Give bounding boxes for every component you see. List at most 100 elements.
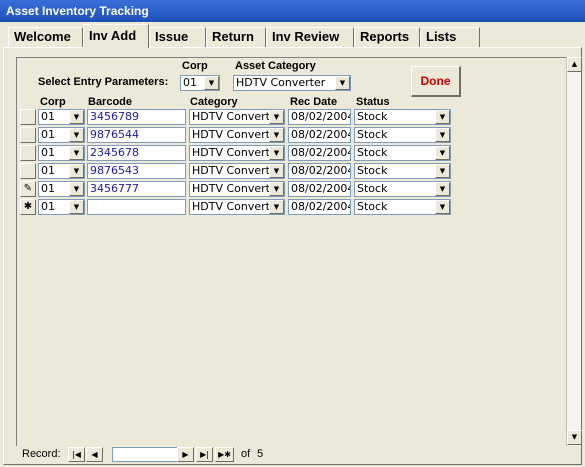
chevron-down-icon[interactable]: ▼: [269, 200, 284, 214]
row-category-select[interactable]: HDTV Converter ▼: [189, 109, 285, 125]
col-header-corp: Corp: [40, 96, 66, 108]
row-rec-date-field[interactable]: 08/02/2004: [288, 199, 351, 215]
row-category-value: HDTV Converter: [192, 182, 282, 195]
tab-return[interactable]: Return: [206, 27, 266, 47]
chevron-down-icon[interactable]: ▼: [435, 182, 450, 196]
row-category-value: HDTV Converter: [192, 200, 282, 213]
row-corp-select[interactable]: 01 ▼: [38, 127, 85, 143]
chevron-down-icon[interactable]: ▼: [335, 76, 350, 90]
row-status-value: Stock: [357, 200, 388, 213]
row-barcode-field[interactable]: 9876544: [87, 127, 186, 143]
param-asset-category-select[interactable]: HDTV Converter ▼: [233, 75, 351, 91]
row-corp-value: 01: [41, 146, 55, 159]
of-label: of: [241, 448, 251, 460]
next-record-icon[interactable]: ▶: [177, 447, 194, 462]
window-title: Asset Inventory Tracking: [6, 4, 149, 18]
row-barcode-field[interactable]: 2345678: [87, 145, 186, 161]
row-status-value: Stock: [357, 182, 388, 195]
row-corp-select[interactable]: 01 ▼: [38, 109, 85, 125]
row-status-value: Stock: [357, 110, 388, 123]
row-category-select[interactable]: HDTV Converter ▼: [189, 127, 285, 143]
row-rec-date-field[interactable]: 08/02/2004: [288, 181, 351, 197]
first-record-icon[interactable]: |◀: [68, 447, 85, 462]
new-record-icon[interactable]: ✱: [20, 199, 36, 215]
chevron-down-icon[interactable]: ▼: [269, 128, 284, 142]
chevron-down-icon[interactable]: ▼: [204, 76, 219, 90]
scroll-down-icon[interactable]: ▼: [567, 430, 582, 445]
col-header-category: Category: [190, 96, 238, 108]
row-corp-select[interactable]: 01 ▼: [38, 199, 85, 215]
chevron-down-icon[interactable]: ▼: [69, 182, 84, 196]
previous-record-icon[interactable]: ◀: [86, 447, 103, 462]
pencil-icon[interactable]: ✎: [20, 181, 36, 197]
row-status-select[interactable]: Stock ▼: [354, 199, 451, 215]
new-record-nav-icon[interactable]: ▶✱: [215, 447, 234, 462]
row-corp-value: 01: [41, 110, 55, 123]
done-button[interactable]: Done: [411, 66, 461, 97]
row-status-select[interactable]: Stock ▼: [354, 145, 451, 161]
record-label: Record:: [22, 448, 61, 460]
row-barcode-field[interactable]: 3456777: [87, 181, 186, 197]
chevron-down-icon[interactable]: ▼: [69, 128, 84, 142]
tab-inv-review[interactable]: Inv Review: [266, 27, 354, 47]
chevron-down-icon[interactable]: ▼: [269, 164, 284, 178]
chevron-down-icon[interactable]: ▼: [435, 200, 450, 214]
param-corp-select[interactable]: 01 ▼: [180, 75, 220, 91]
param-asset-category-value: HDTV Converter: [236, 76, 326, 89]
window-title-bar: Asset Inventory Tracking: [0, 0, 585, 22]
chevron-down-icon[interactable]: ▼: [435, 110, 450, 124]
row-corp-value: 01: [41, 182, 55, 195]
col-header-status: Status: [356, 96, 390, 108]
chevron-down-icon[interactable]: ▼: [435, 128, 450, 142]
tab-welcome[interactable]: Welcome: [8, 27, 83, 47]
record-selector[interactable]: [20, 163, 36, 179]
chevron-down-icon[interactable]: ▼: [69, 200, 84, 214]
row-status-value: Stock: [357, 164, 388, 177]
tab-lists[interactable]: Lists: [420, 27, 480, 47]
chevron-down-icon[interactable]: ▼: [435, 164, 450, 178]
row-rec-date-field[interactable]: 08/02/2004: [288, 145, 351, 161]
row-status-select[interactable]: Stock ▼: [354, 127, 451, 143]
row-status-value: Stock: [357, 128, 388, 141]
chevron-down-icon[interactable]: ▼: [269, 182, 284, 196]
chevron-down-icon[interactable]: ▼: [269, 110, 284, 124]
row-rec-date-field[interactable]: 08/02/2004: [288, 109, 351, 125]
scroll-up-icon[interactable]: ▲: [567, 57, 582, 72]
col-header-barcode: Barcode: [88, 96, 133, 108]
row-rec-date-field[interactable]: 08/02/2004: [288, 163, 351, 179]
row-category-select[interactable]: HDTV Converter ▼: [189, 181, 285, 197]
row-category-select[interactable]: HDTV Converter ▼: [189, 163, 285, 179]
row-rec-date-field[interactable]: 08/02/2004: [288, 127, 351, 143]
vertical-scrollbar[interactable]: ▲ ▼: [566, 57, 582, 446]
row-status-select[interactable]: Stock ▼: [354, 109, 451, 125]
row-corp-select[interactable]: 01 ▼: [38, 145, 85, 161]
row-corp-select[interactable]: 01 ▼: [38, 163, 85, 179]
record-selector[interactable]: [20, 127, 36, 143]
row-status-value: Stock: [357, 146, 388, 159]
chevron-down-icon[interactable]: ▼: [69, 164, 84, 178]
param-corp-header: Corp: [182, 60, 208, 72]
total-records: 5: [257, 448, 264, 460]
row-barcode-field[interactable]: [87, 199, 186, 215]
row-category-select[interactable]: HDTV Converter ▼: [189, 199, 285, 215]
row-barcode-field[interactable]: 9876543: [87, 163, 186, 179]
row-status-select[interactable]: Stock ▼: [354, 163, 451, 179]
col-header-rec-date: Rec Date: [290, 96, 338, 108]
row-status-select[interactable]: Stock ▼: [354, 181, 451, 197]
chevron-down-icon[interactable]: ▼: [269, 146, 284, 160]
tab-reports[interactable]: Reports: [354, 27, 420, 47]
row-corp-value: 01: [41, 128, 55, 141]
row-category-select[interactable]: HDTV Converter ▼: [189, 145, 285, 161]
select-entry-parameters-label: Select Entry Parameters:: [38, 76, 169, 88]
row-corp-select[interactable]: 01 ▼: [38, 181, 85, 197]
chevron-down-icon[interactable]: ▼: [69, 110, 84, 124]
tab-inv-add[interactable]: Inv Add: [83, 24, 149, 48]
chevron-down-icon[interactable]: ▼: [69, 146, 84, 160]
row-barcode-field[interactable]: 3456789: [87, 109, 186, 125]
chevron-down-icon[interactable]: ▼: [435, 146, 450, 160]
last-record-icon[interactable]: ▶|: [196, 447, 213, 462]
tab-issue[interactable]: Issue: [149, 27, 206, 47]
record-selector[interactable]: [20, 145, 36, 161]
record-selector[interactable]: [20, 109, 36, 125]
tab-strip: Welcome Inv Add Issue Return Inv Review …: [0, 22, 585, 48]
